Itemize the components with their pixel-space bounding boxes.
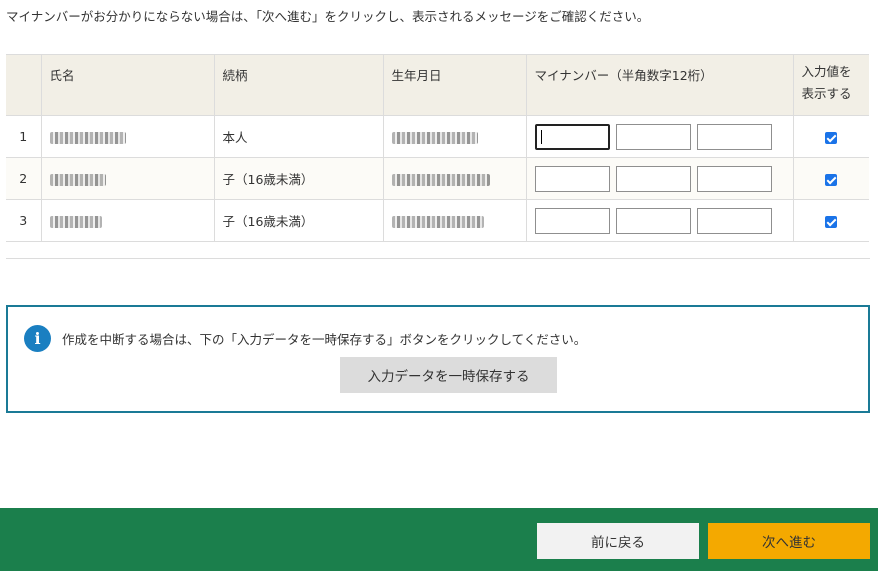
back-button[interactable]: 前に戻る — [537, 523, 699, 559]
header-name: 氏名 — [40, 54, 214, 116]
redacted-birthdate — [391, 173, 490, 186]
mynumber-cell — [525, 199, 793, 242]
birthdate-cell — [382, 199, 526, 242]
next-button[interactable]: 次へ進む — [708, 523, 870, 559]
redacted-birthdate — [391, 131, 478, 144]
row-number: 1 — [6, 115, 41, 158]
member-table: 氏名 続柄 生年月日 マイナンバー（半角数字12桁） 入力値を 表示する 1 本… — [6, 54, 869, 242]
instruction-notice: マイナンバーがお分かりにならない場合は、「次へ進む」をクリックし、表示されるメッ… — [6, 9, 650, 24]
show-value-checkbox-3[interactable] — [825, 215, 838, 228]
mynumber-input-1-part3[interactable] — [696, 123, 772, 150]
table-row: 3 子（16歳未満） — [6, 199, 869, 242]
table-row: 2 子（16歳未満） — [6, 157, 869, 200]
redacted-birthdate — [391, 215, 484, 228]
show-value-cell — [792, 115, 869, 158]
mynumber-input-2-part2[interactable] — [615, 165, 691, 192]
relation-cell: 子（16歳未満） — [213, 157, 383, 200]
info-icon: i — [24, 325, 51, 352]
mynumber-input-2-part3[interactable] — [696, 165, 772, 192]
header-show-line2: 表示する — [801, 86, 852, 101]
info-panel: i 作成を中断する場合は、下の「入力データを一時保存する」ボタンをクリックしてく… — [6, 305, 870, 413]
footer-bar: 前に戻る 次へ進む — [0, 508, 878, 571]
info-message: 作成を中断する場合は、下の「入力データを一時保存する」ボタンをクリックしてくださ… — [62, 332, 587, 347]
redacted-name — [49, 131, 126, 144]
show-value-checkbox-2[interactable] — [825, 173, 838, 186]
show-value-cell — [792, 157, 869, 200]
table-header-row: 氏名 続柄 生年月日 マイナンバー（半角数字12桁） 入力値を 表示する — [6, 54, 869, 116]
mynumber-input-3-part3[interactable] — [696, 207, 772, 234]
header-relation: 続柄 — [213, 54, 383, 116]
name-cell — [40, 157, 214, 200]
mynumber-cell — [525, 157, 793, 200]
mynumber-input-2-part1[interactable] — [534, 165, 610, 192]
redacted-name — [49, 173, 106, 186]
mynumber-input-3-part1[interactable] — [534, 207, 610, 234]
mynumber-input-1-part1[interactable] — [534, 123, 610, 150]
header-mynumber: マイナンバー（半角数字12桁） — [525, 54, 793, 116]
birthdate-cell — [382, 115, 526, 158]
section-divider — [6, 258, 870, 259]
header-birthdate: 生年月日 — [382, 54, 526, 116]
birthdate-cell — [382, 157, 526, 200]
relation-cell: 本人 — [213, 115, 383, 158]
header-show-line1: 入力値を — [801, 64, 852, 79]
save-draft-button[interactable]: 入力データを一時保存する — [340, 357, 557, 393]
table-row: 1 本人 — [6, 115, 869, 158]
row-number: 3 — [6, 199, 41, 242]
row-number: 2 — [6, 157, 41, 200]
header-number — [6, 54, 41, 116]
show-value-checkbox-1[interactable] — [825, 131, 838, 144]
relation-cell: 子（16歳未満） — [213, 199, 383, 242]
header-show-values: 入力値を 表示する — [792, 54, 869, 116]
name-cell — [40, 199, 214, 242]
mynumber-input-3-part2[interactable] — [615, 207, 691, 234]
redacted-name — [49, 215, 102, 228]
mynumber-input-1-part2[interactable] — [615, 123, 691, 150]
mynumber-cell — [525, 115, 793, 158]
name-cell — [40, 115, 214, 158]
show-value-cell — [792, 199, 869, 242]
